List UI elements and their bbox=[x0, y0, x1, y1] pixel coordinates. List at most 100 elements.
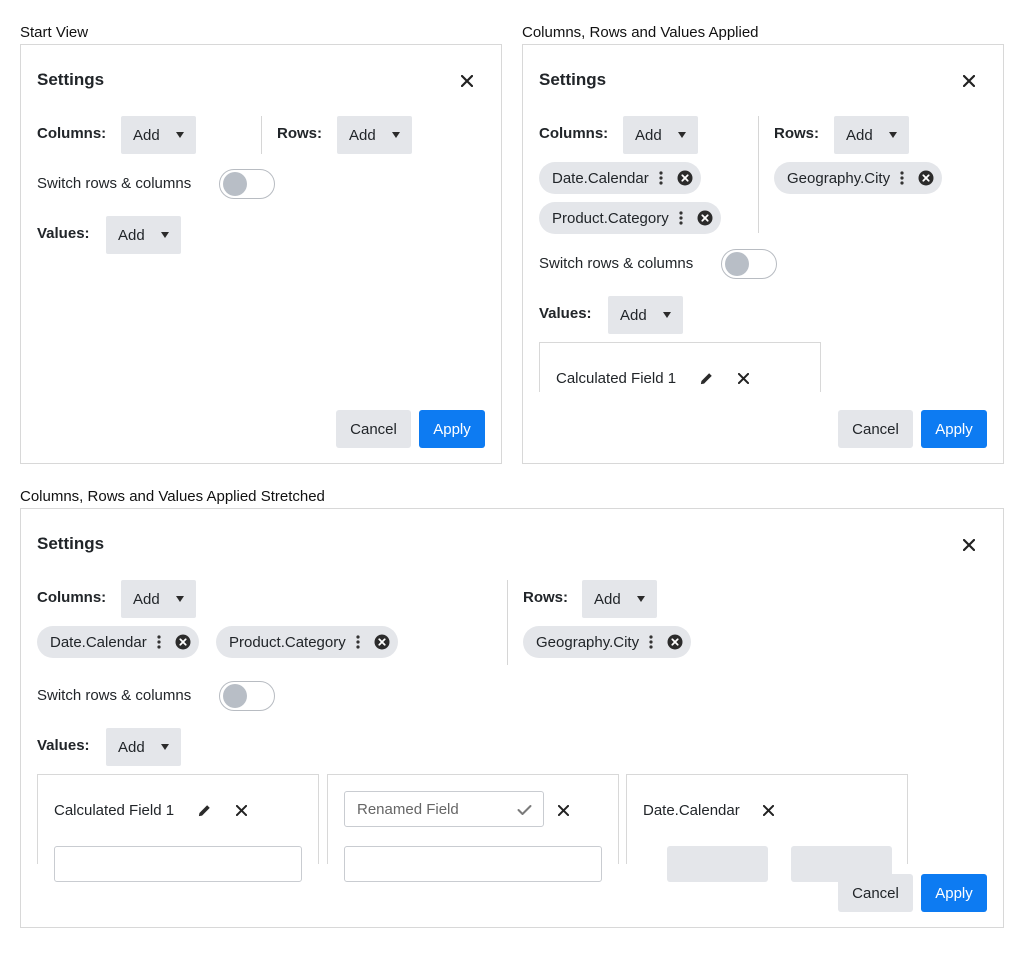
switch-rows-columns-toggle[interactable] bbox=[219, 169, 275, 199]
values-add-dropdown[interactable]: Add bbox=[608, 296, 683, 334]
chip-label: Product.Category bbox=[229, 633, 346, 651]
more-vertical-icon[interactable] bbox=[356, 635, 360, 649]
chip-date-calendar[interactable]: Date.Calendar bbox=[37, 626, 199, 658]
caret-down-icon bbox=[889, 132, 897, 138]
switch-label: Switch rows & columns bbox=[37, 687, 192, 704]
value-card-title: Date.Calendar bbox=[643, 802, 740, 819]
add-label: Add bbox=[620, 306, 647, 324]
add-label: Add bbox=[594, 590, 621, 608]
chip-label: Geography.City bbox=[787, 169, 891, 187]
values-label: Values: bbox=[37, 737, 90, 754]
values-label: Values: bbox=[37, 225, 90, 242]
more-vertical-icon[interactable] bbox=[649, 635, 653, 649]
rows-label: Rows: bbox=[774, 125, 819, 142]
edit-pencil-icon[interactable] bbox=[195, 801, 213, 819]
rows-label: Rows: bbox=[277, 125, 322, 142]
columns-label: Columns: bbox=[37, 589, 107, 606]
chip-geography-city[interactable]: Geography.City bbox=[523, 626, 692, 658]
value-aggregation-select[interactable] bbox=[344, 846, 602, 882]
remove-circle-icon[interactable] bbox=[918, 170, 934, 186]
columns-add-dropdown[interactable]: Add bbox=[121, 580, 196, 618]
caret-down-icon bbox=[663, 312, 671, 318]
settings-panel-start: Settings Columns: Add Rows: Add Switch r… bbox=[20, 44, 502, 464]
chip-label: Date.Calendar bbox=[552, 169, 649, 187]
switch-label: Switch rows & columns bbox=[539, 255, 694, 272]
value-card-date-calendar: Date.Calendar bbox=[626, 774, 908, 882]
settings-panel-stretched: Settings Columns: Add Date.Calendar Prod… bbox=[20, 508, 1004, 928]
close-icon[interactable] bbox=[759, 801, 777, 819]
section-divider bbox=[507, 580, 508, 665]
check-icon[interactable] bbox=[515, 801, 533, 819]
values-label: Values: bbox=[539, 305, 592, 322]
more-vertical-icon[interactable] bbox=[900, 171, 904, 185]
more-vertical-icon[interactable] bbox=[679, 211, 683, 225]
value-card-renamed: Renamed Field bbox=[327, 774, 619, 882]
value-card-calculated: Calculated Field 1 bbox=[37, 774, 319, 882]
add-label: Add bbox=[635, 126, 662, 144]
more-vertical-icon[interactable] bbox=[157, 635, 161, 649]
caret-down-icon bbox=[176, 596, 184, 602]
value-option-button[interactable] bbox=[667, 846, 768, 882]
chip-label: Geography.City bbox=[536, 633, 640, 651]
remove-circle-icon[interactable] bbox=[175, 634, 191, 650]
section-divider bbox=[261, 116, 262, 154]
add-label: Add bbox=[349, 126, 376, 144]
columns-add-dropdown[interactable]: Add bbox=[121, 116, 196, 154]
chip-label: Date.Calendar bbox=[50, 633, 147, 651]
chip-label: Product.Category bbox=[552, 209, 669, 227]
panel-title: Settings bbox=[37, 70, 105, 89]
value-aggregation-select[interactable] bbox=[54, 846, 302, 882]
close-icon[interactable] bbox=[734, 369, 752, 387]
chip-product-category[interactable]: Product.Category bbox=[216, 626, 398, 658]
panel-title: Settings bbox=[37, 534, 105, 553]
add-label: Add bbox=[846, 126, 873, 144]
switch-label: Switch rows & columns bbox=[37, 175, 192, 192]
close-icon[interactable] bbox=[959, 535, 979, 555]
apply-button[interactable]: Apply bbox=[419, 410, 485, 448]
rows-add-dropdown[interactable]: Add bbox=[337, 116, 412, 154]
values-add-dropdown[interactable]: Add bbox=[106, 728, 181, 766]
caret-down-icon bbox=[161, 744, 169, 750]
cancel-button[interactable]: Cancel bbox=[838, 410, 913, 448]
edit-pencil-icon[interactable] bbox=[697, 369, 715, 387]
caption-start-view: Start View bbox=[20, 24, 89, 41]
close-icon[interactable] bbox=[959, 71, 979, 91]
rows-add-dropdown[interactable]: Add bbox=[582, 580, 657, 618]
value-card-title: Calculated Field 1 bbox=[556, 370, 677, 387]
rename-field-input[interactable]: Renamed Field bbox=[344, 791, 544, 827]
cancel-button[interactable]: Cancel bbox=[838, 874, 913, 912]
cancel-button[interactable]: Cancel bbox=[336, 410, 411, 448]
switch-rows-columns-toggle[interactable] bbox=[219, 681, 275, 711]
add-label: Add bbox=[133, 126, 160, 144]
chip-date-calendar[interactable]: Date.Calendar bbox=[539, 162, 701, 194]
switch-rows-columns-toggle[interactable] bbox=[721, 249, 777, 279]
rows-add-dropdown[interactable]: Add bbox=[834, 116, 909, 154]
toggle-knob bbox=[223, 684, 247, 708]
caret-down-icon bbox=[392, 132, 400, 138]
apply-button[interactable]: Apply bbox=[921, 874, 987, 912]
more-vertical-icon[interactable] bbox=[659, 171, 663, 185]
values-add-dropdown[interactable]: Add bbox=[106, 216, 181, 254]
caption-applied-stretched: Columns, Rows and Values Applied Stretch… bbox=[20, 488, 325, 505]
caret-down-icon bbox=[161, 232, 169, 238]
settings-panel-applied: Settings Columns: Add Date.Calendar Prod… bbox=[522, 44, 1004, 464]
section-divider bbox=[758, 116, 759, 233]
remove-circle-icon[interactable] bbox=[374, 634, 390, 650]
remove-circle-icon[interactable] bbox=[677, 170, 693, 186]
value-card-calculated: Calculated Field 1 bbox=[539, 342, 821, 392]
caption-applied: Columns, Rows and Values Applied bbox=[522, 24, 759, 41]
apply-button[interactable]: Apply bbox=[921, 410, 987, 448]
chip-product-category[interactable]: Product.Category bbox=[539, 202, 721, 234]
close-icon[interactable] bbox=[232, 801, 250, 819]
remove-circle-icon[interactable] bbox=[667, 634, 683, 650]
chip-geography-city[interactable]: Geography.City bbox=[774, 162, 943, 194]
close-icon[interactable] bbox=[554, 801, 572, 819]
value-card-title: Calculated Field 1 bbox=[54, 802, 175, 819]
caret-down-icon bbox=[637, 596, 645, 602]
add-label: Add bbox=[118, 738, 145, 756]
toggle-knob bbox=[223, 172, 247, 196]
remove-circle-icon[interactable] bbox=[697, 210, 713, 226]
toggle-knob bbox=[725, 252, 749, 276]
columns-add-dropdown[interactable]: Add bbox=[623, 116, 698, 154]
close-icon[interactable] bbox=[457, 71, 477, 91]
